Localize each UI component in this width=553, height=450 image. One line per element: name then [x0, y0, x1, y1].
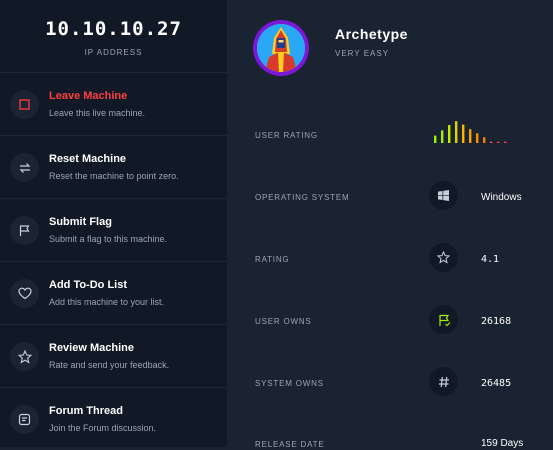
user-owns-value: 26168 — [481, 316, 512, 327]
difficulty-bar — [483, 137, 486, 143]
rating-label: RATING — [255, 255, 290, 264]
stop-icon — [10, 90, 39, 119]
machine-name: Archetype — [335, 26, 408, 42]
difficulty-bar — [469, 129, 472, 143]
submit-flag-button[interactable]: Submit Flag Submit a flag to this machin… — [0, 198, 227, 261]
add-todo-title: Add To-Do List — [49, 279, 127, 291]
reset-machine-button[interactable]: Reset Machine Reset the machine to point… — [0, 135, 227, 198]
os-label: OPERATING SYSTEM — [255, 193, 350, 202]
heart-icon — [10, 279, 39, 308]
leave-machine-desc: Leave this live machine. — [49, 108, 146, 118]
rating-star-icon — [429, 243, 458, 272]
leave-machine-button[interactable]: Leave Machine Leave this live machine. — [0, 72, 227, 135]
action-sidebar: 10.10.10.27 IP ADDRESS Leave Machine Lea… — [0, 0, 227, 447]
ip-address: 10.10.10.27 — [45, 18, 182, 40]
machine-info-panel: Archetype VERY EASY USER RATING OPERATIN… — [227, 0, 553, 449]
forum-thread-desc: Join the Forum discussion. — [49, 423, 157, 433]
flag-icon — [10, 216, 39, 245]
archetype-avatar-icon — [257, 24, 305, 72]
machine-avatar — [253, 20, 309, 76]
forum-icon — [10, 405, 39, 434]
action-menu: Leave Machine Leave this live machine. R… — [0, 72, 227, 450]
rating-value: 4.1 — [481, 254, 500, 265]
difficulty-bar — [490, 141, 493, 143]
leave-machine-title: Leave Machine — [49, 90, 128, 102]
difficulty-rating-chart — [434, 121, 507, 143]
system-owns-value: 26485 — [481, 378, 512, 389]
add-todo-button[interactable]: Add To-Do List Add this machine to your … — [0, 261, 227, 324]
review-machine-button[interactable]: Review Machine Rate and send your feedba… — [0, 324, 227, 387]
hash-icon — [429, 367, 458, 396]
windows-icon — [429, 181, 458, 210]
reset-machine-desc: Reset the machine to point zero. — [49, 171, 179, 181]
difficulty-bar — [497, 141, 500, 143]
forum-thread-button[interactable]: Forum Thread Join the Forum discussion. — [0, 387, 227, 450]
difficulty-bar — [462, 124, 465, 143]
difficulty-bar — [476, 133, 479, 143]
submit-flag-desc: Submit a flag to this machine. — [49, 234, 168, 244]
difficulty-bar — [434, 135, 437, 143]
star-icon — [10, 342, 39, 371]
forum-thread-title: Forum Thread — [49, 405, 123, 417]
release-date-value: 159 Days — [481, 438, 524, 449]
add-todo-desc: Add this machine to your list. — [49, 297, 165, 307]
system-owns-label: SYSTEM OWNS — [255, 379, 324, 388]
reset-machine-title: Reset Machine — [49, 153, 127, 165]
submit-flag-title: Submit Flag — [49, 216, 112, 228]
review-machine-title: Review Machine — [49, 342, 134, 354]
difficulty-bar — [448, 125, 451, 143]
difficulty-bar — [441, 130, 444, 143]
reset-icon — [10, 153, 39, 182]
difficulty-bar — [504, 141, 507, 143]
os-value: Windows — [481, 192, 522, 203]
user-owns-label: USER OWNS — [255, 317, 312, 326]
review-machine-desc: Rate and send your feedback. — [49, 360, 170, 370]
user-own-flag-icon — [429, 305, 458, 334]
ip-address-label: IP ADDRESS — [84, 48, 143, 57]
release-date-label: RELEASE DATE — [255, 440, 325, 449]
machine-difficulty: VERY EASY — [335, 49, 390, 58]
user-rating-label: USER RATING — [255, 131, 318, 140]
difficulty-bar — [455, 121, 458, 143]
